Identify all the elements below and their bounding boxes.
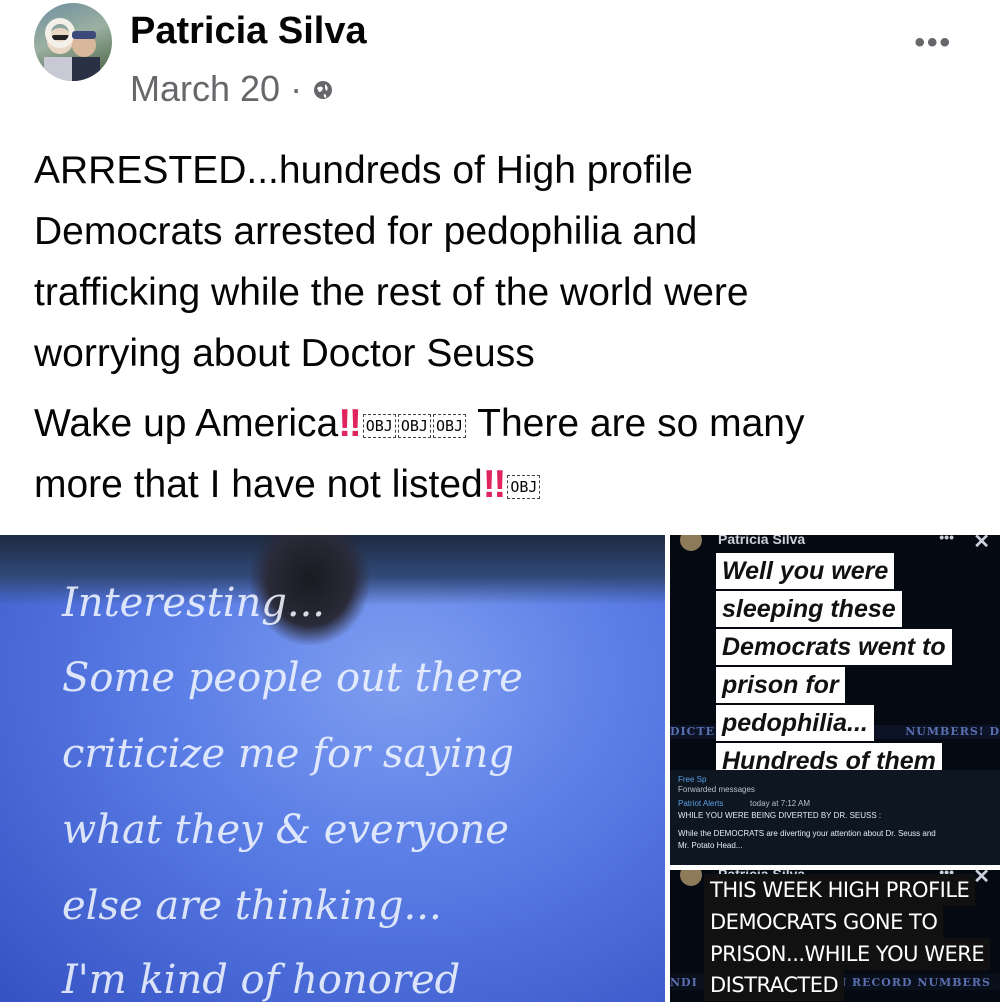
- card-text-line: DEMOCRATS GONE TO: [704, 906, 944, 938]
- close-icon: ✕: [973, 870, 990, 888]
- post-text-segment: There are so many: [467, 402, 805, 445]
- globe-icon: [312, 68, 334, 110]
- author-name[interactable]: Patricia Silva: [130, 10, 367, 53]
- card-text-line: sleeping these: [716, 591, 902, 627]
- banner-right-text: IN RECORD NUMBERS: [830, 976, 991, 989]
- object-replacement-glyph: OBJ: [432, 413, 467, 438]
- quote-line: Some people out there: [62, 655, 523, 701]
- fwd-line: WHILE YOU WERE BEING DIVERTED BY DR. SEU…: [678, 811, 882, 820]
- quote-line: else are thinking...: [62, 883, 442, 929]
- fwd-line: While the DEMOCRATS are diverting your a…: [678, 829, 936, 838]
- quote-line: criticize me for saying: [62, 731, 515, 777]
- quote-line: I'm kind of honored: [62, 957, 461, 1002]
- object-replacement-glyph: OBJ: [397, 413, 431, 438]
- post-date[interactable]: March 20: [130, 68, 280, 110]
- meta-separator: ·: [290, 68, 303, 109]
- forwarded-message-panel: Free Sp Forwarded messages Patriot Alert…: [670, 770, 1000, 865]
- post-photo-main[interactable]: Interesting... Some people out there cri…: [0, 535, 665, 1002]
- post-meta: March 20 ·: [130, 68, 334, 110]
- fwd-channel: Patriot Alerts: [678, 799, 724, 808]
- author-avatar[interactable]: [34, 3, 112, 81]
- post-photo-card-1[interactable]: Patricia Silva ••• ✕ DICTE NUMBERS! D We…: [670, 535, 1000, 865]
- fwd-subtitle: Forwarded messages: [678, 785, 755, 794]
- post-text-paragraph-2: Wake up America‼ OBJ OBJ OBJ There are so m…: [34, 393, 974, 515]
- quote-line: Interesting...: [62, 580, 326, 626]
- card-text-line: Democrats went to: [716, 629, 952, 665]
- post-photo-card-2[interactable]: Patricia Silva ••• ✕ NDI IN RECORD NUMBE…: [670, 870, 1000, 1002]
- avatar: [680, 535, 702, 551]
- card-text-line: prison for: [716, 667, 845, 703]
- avatar: [680, 870, 702, 886]
- banner-left-text: NDI: [670, 976, 698, 989]
- close-icon: ✕: [973, 535, 990, 553]
- card-text-line: DISTRACTED: [704, 969, 845, 1001]
- card-text-line: Well you were: [716, 553, 895, 589]
- post-text-segment: Wake up America: [34, 402, 339, 445]
- double-exclamation-emoji: ‼: [338, 402, 362, 445]
- card-text-line: THIS WEEK HIGH PROFILE: [704, 874, 976, 906]
- double-exclamation-emoji: ‼: [482, 463, 507, 506]
- post-text-paragraph-1: ARRESTED...hundreds of High profile Demo…: [34, 149, 749, 375]
- fwd-time: today at 7:12 AM: [750, 799, 811, 808]
- card-text-line: PRISON...WHILE YOU WERE: [704, 938, 991, 970]
- card-author-name: Patricia Silva: [718, 535, 806, 547]
- post-text-segment: more that I have not listed: [34, 463, 483, 506]
- card-more-icon: •••: [939, 535, 954, 545]
- object-replacement-glyph: OBJ: [507, 474, 541, 499]
- object-replacement-glyph: OBJ: [362, 413, 396, 438]
- card-text-line: pedophilia...: [716, 705, 874, 741]
- banner-right-text: NUMBERS! D: [905, 725, 1000, 738]
- card-header: Patricia Silva ••• ✕: [670, 535, 1000, 553]
- banner-left-text: DICTE: [670, 725, 716, 738]
- more-options-button[interactable]: •••: [914, 26, 952, 60]
- quote-line: what they & everyone: [62, 807, 509, 853]
- fwd-line: Mr. Potato Head...: [678, 841, 743, 850]
